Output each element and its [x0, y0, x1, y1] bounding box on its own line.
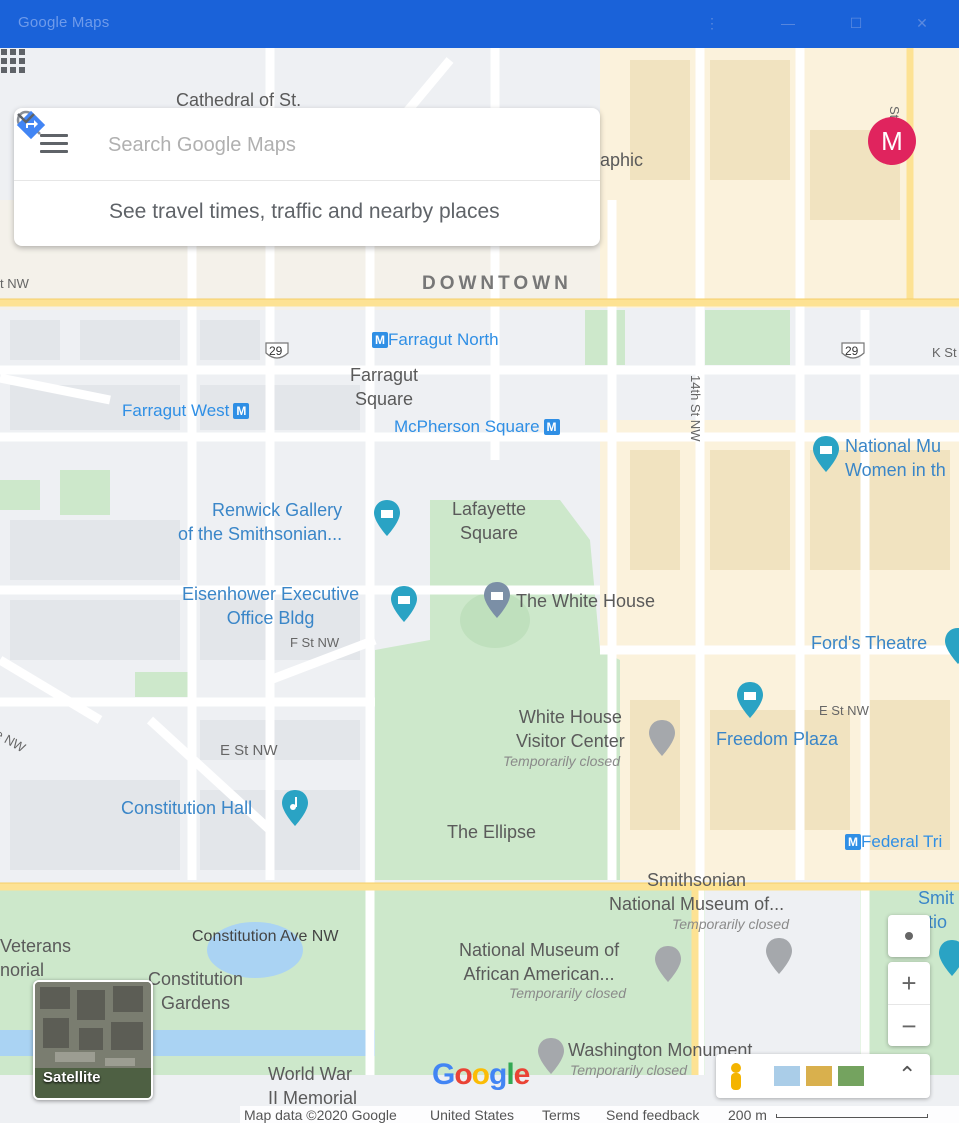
map-label-st-nw-left: t NW: [0, 276, 29, 291]
map-label-smithsonian-nm[interactable]: Smithsonian National Museum of...: [609, 868, 784, 916]
layers-bar: ⌃: [716, 1054, 930, 1098]
layer-thumbnails-icon[interactable]: [774, 1064, 864, 1088]
landmark-pin-icon[interactable]: [653, 944, 683, 984]
museum-pin-icon[interactable]: [943, 626, 959, 666]
landmark-pin-icon[interactable]: [536, 1036, 566, 1076]
send-feedback-link[interactable]: Send feedback: [606, 1107, 699, 1123]
map-label-e-st-right: E St NW: [819, 703, 869, 718]
map-label-monument-closed: Temporarily closed: [570, 1062, 687, 1078]
map-label-nmaah-closed: Temporarily closed: [509, 985, 626, 1001]
metro-icon: M: [845, 834, 861, 850]
map-label-white-house[interactable]: The White House: [516, 589, 655, 613]
map-label-wh-visitor-center[interactable]: White House Visitor Center: [516, 705, 625, 753]
terms-link[interactable]: Terms: [542, 1107, 580, 1123]
window-title: Google Maps: [18, 14, 110, 31]
maximize-icon[interactable]: ☐: [844, 12, 868, 34]
pegman-icon[interactable]: [726, 1062, 746, 1092]
map-label-veterans[interactable]: Veterans norial: [0, 934, 71, 982]
country-link[interactable]: United States: [430, 1107, 514, 1123]
metro-mcpherson-square[interactable]: McPherson Square M: [394, 417, 560, 437]
map-label-graphic: aphic: [600, 150, 644, 170]
map-label-farragut-square[interactable]: Farragut Square: [350, 363, 418, 411]
search-divider: [14, 180, 600, 181]
satellite-toggle[interactable]: Satellite: [33, 980, 153, 1100]
route-29-label: 29: [269, 344, 283, 358]
zoom-controls: + −: [888, 962, 930, 1046]
scale-bar: [776, 1114, 928, 1118]
museum-pin-icon[interactable]: [811, 434, 841, 474]
google-logo: Google: [432, 1058, 530, 1091]
zoom-in-button[interactable]: +: [888, 962, 930, 1004]
search-panel: See travel times, traffic and nearby pla…: [14, 108, 600, 246]
metro-icon: M: [372, 332, 388, 348]
music-pin-icon[interactable]: [280, 788, 310, 828]
map-label-renwick[interactable]: Renwick Gallery of the Smithsonian...: [178, 498, 342, 546]
metro-farragut-west[interactable]: Farragut West M: [122, 401, 250, 421]
museum-pin-icon[interactable]: [389, 584, 419, 624]
my-location-icon[interactable]: [888, 915, 930, 957]
scale-label[interactable]: 200 m: [728, 1107, 767, 1123]
map-label-constitution-hall[interactable]: Constitution Hall: [121, 798, 252, 819]
satellite-label: Satellite: [43, 1069, 101, 1086]
metro-federal-triangle[interactable]: M Federal Tri: [845, 832, 942, 852]
map-label-e-st: E St NW: [220, 742, 278, 759]
museum-pin-icon[interactable]: [372, 498, 402, 538]
museum-pin-icon[interactable]: [937, 938, 959, 978]
landmark-pin-icon[interactable]: [647, 718, 677, 758]
map-label-nmaah[interactable]: National Museum of African American...: [459, 938, 619, 986]
map-label-world-war-memorial[interactable]: World War II Memorial: [268, 1062, 357, 1110]
map-label-14th-st: 14th St NW: [688, 375, 703, 442]
landmark-pin-icon[interactable]: [482, 580, 512, 620]
map-footer: Map data ©2020 Google United States Term…: [240, 1106, 959, 1123]
map-label-fords-theatre[interactable]: Ford's Theatre: [811, 633, 927, 654]
expand-layers-icon[interactable]: ⌃: [898, 1062, 916, 1088]
metro-icon: M: [543, 419, 560, 435]
landmark-pin-icon[interactable]: [764, 936, 794, 976]
map-label-lafayette-square[interactable]: Lafayette Square: [452, 497, 526, 545]
travel-times-link[interactable]: See travel times, traffic and nearby pla…: [109, 200, 500, 224]
map-label-constitution-gardens[interactable]: Constitution Gardens: [148, 967, 243, 1015]
map-data-credit: Map data ©2020 Google: [244, 1107, 397, 1123]
window-titlebar: Google Maps ⋮ — ☐ ✕: [0, 0, 959, 48]
metro-farragut-north[interactable]: M Farragut North: [372, 330, 499, 350]
chevron-down-icon[interactable]: [14, 108, 38, 128]
map-label-k-st: K St: [932, 345, 957, 360]
account-avatar[interactable]: M: [868, 117, 916, 165]
search-input[interactable]: [106, 126, 450, 164]
map-label-downtown: DOWNTOWN: [422, 273, 572, 294]
metro-federal-tri-label: Federal Tri: [861, 832, 943, 851]
map-canvas[interactable]: 29 29 Cathedral of St. aphic DOWNTOWN t …: [0, 48, 959, 1123]
map-label-f-st: F St NW: [290, 635, 340, 650]
map-label-ellipse[interactable]: The Ellipse: [447, 820, 536, 844]
museum-pin-icon[interactable]: [735, 680, 765, 720]
zoom-out-button[interactable]: −: [888, 1004, 930, 1047]
map-label-eisenhower[interactable]: Eisenhower Executive Office Bldg: [182, 582, 359, 630]
metro-mcpherson-label: McPherson Square: [394, 417, 540, 436]
metro-farragut-north-label: Farragut North: [388, 330, 499, 349]
metro-icon: M: [233, 403, 250, 419]
my-location-control[interactable]: [888, 915, 930, 957]
minimize-icon[interactable]: —: [776, 12, 800, 34]
map-label-national-museum-women[interactable]: National Mu Women in th: [845, 434, 946, 482]
metro-farragut-west-label: Farragut West: [122, 401, 230, 420]
map-label-freedom-plaza[interactable]: Freedom Plaza: [716, 729, 838, 750]
map-label-visitor-closed: Temporarily closed: [503, 753, 620, 769]
window-menu-icon[interactable]: ⋮: [700, 12, 724, 34]
map-label-smithsonian-closed: Temporarily closed: [672, 916, 789, 932]
route-29-label: 29: [845, 344, 859, 358]
map-label-constitution-ave: Constitution Ave NW: [192, 928, 339, 945]
apps-grid-icon[interactable]: [0, 48, 26, 74]
close-icon[interactable]: ✕: [910, 12, 934, 34]
